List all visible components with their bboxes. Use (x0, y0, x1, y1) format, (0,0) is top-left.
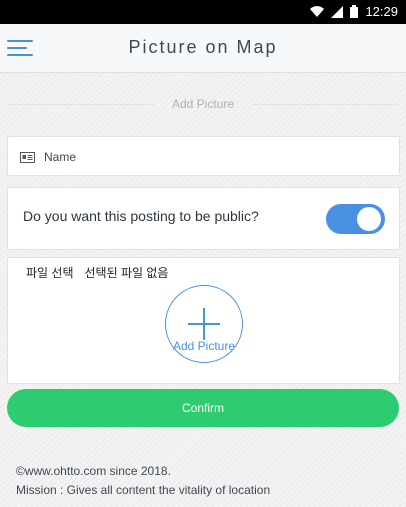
public-toggle[interactable] (326, 204, 385, 234)
page-title: Picture on Map (128, 37, 278, 57)
add-picture-button[interactable]: Add Picture (165, 285, 243, 363)
wifi-icon (310, 6, 325, 17)
footer-mission: Mission : Gives all content the vitality… (16, 483, 271, 497)
name-input[interactable] (42, 146, 386, 168)
signal-icon (331, 5, 344, 18)
add-picture-label: Add Picture (172, 339, 236, 353)
toggle-knob (357, 207, 381, 231)
footer: ©www.ohtto.com since 2018. Mission : Giv… (16, 462, 270, 500)
status-icons: 12:29 (310, 4, 398, 19)
name-field-container (7, 136, 400, 176)
app-bar: Picture on Map (0, 24, 406, 73)
public-posting-card: Do you want this posting to be public? (7, 187, 400, 250)
clock-time: 12:29 (365, 4, 398, 19)
choose-file-button[interactable]: 파일 선택 (26, 264, 74, 281)
section-divider-right (252, 104, 398, 105)
confirm-button[interactable]: Confirm (7, 389, 399, 427)
status-bar: 12:29 (0, 0, 406, 24)
file-status: 선택된 파일 없음 (84, 266, 169, 280)
picture-upload-card: 파일 선택 선택된 파일 없음 Add Picture (7, 257, 400, 384)
public-question: Do you want this posting to be public? (23, 208, 259, 224)
file-input-row: 파일 선택 선택된 파일 없음 (26, 264, 168, 281)
id-card-icon (20, 150, 35, 168)
battery-icon (350, 5, 359, 18)
footer-copyright: ©www.ohtto.com since 2018. (16, 464, 171, 478)
